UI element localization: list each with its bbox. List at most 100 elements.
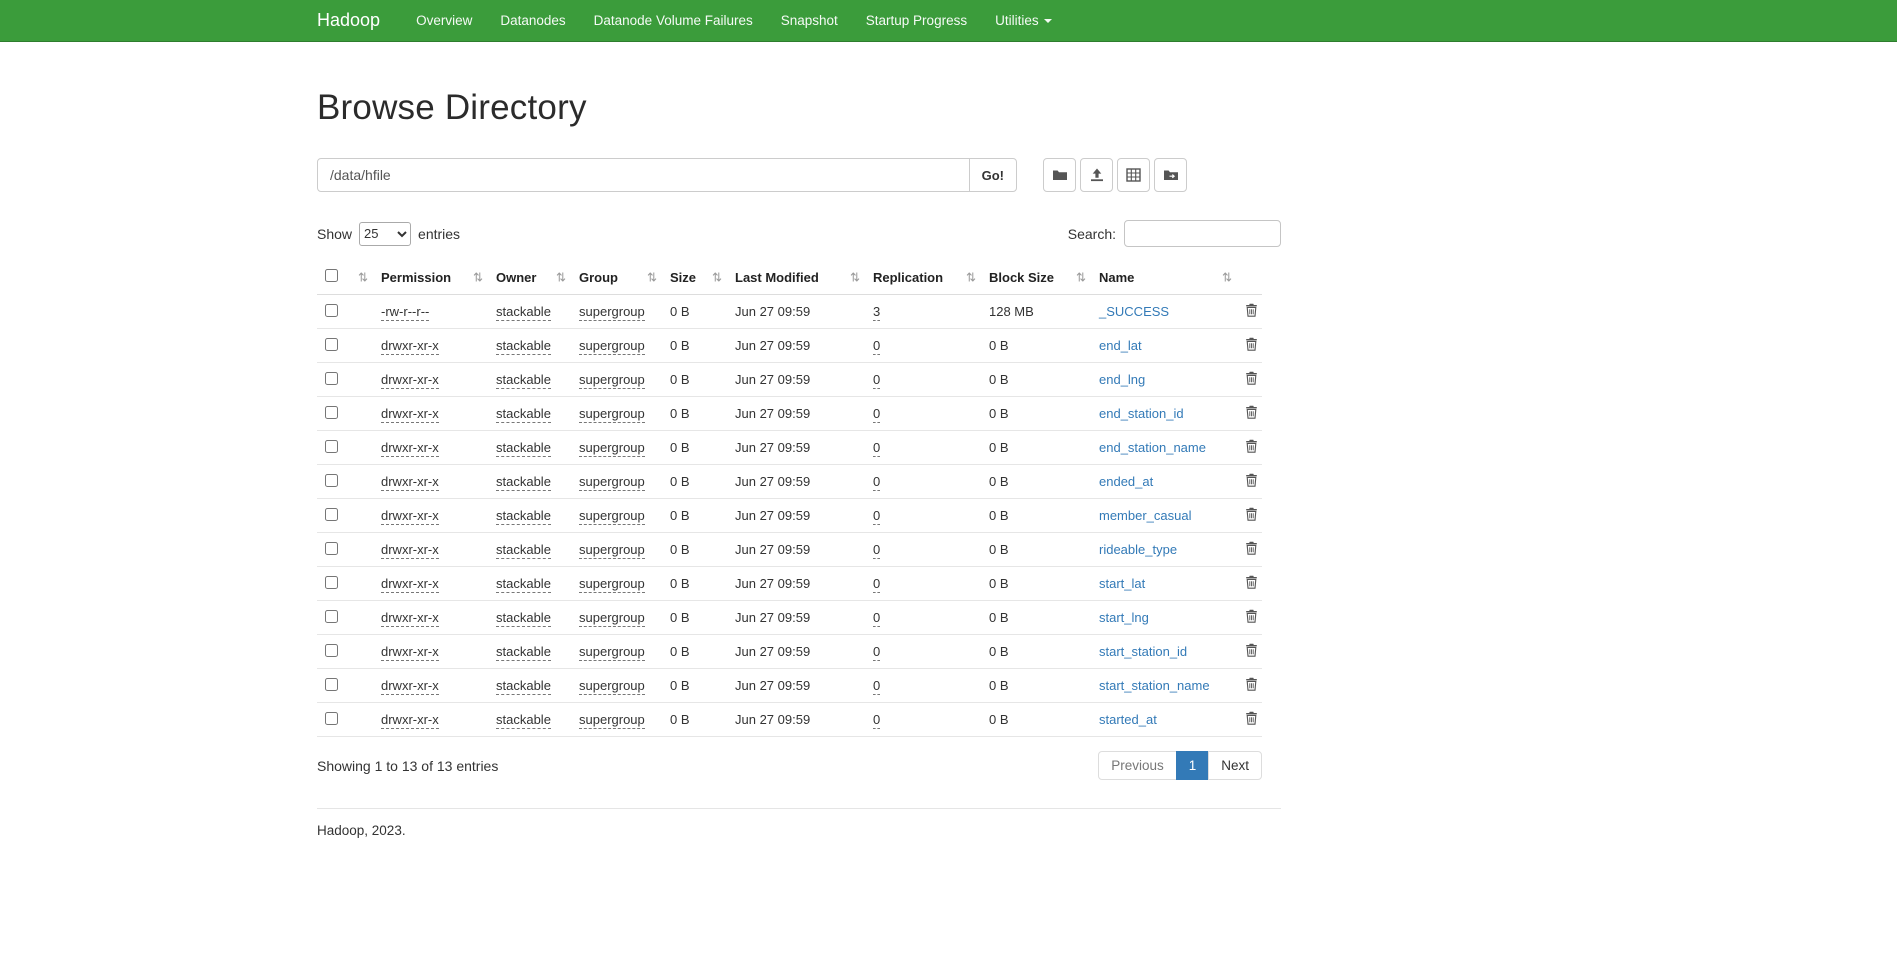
file-link[interactable]: start_station_id xyxy=(1099,644,1187,659)
row-checkbox[interactable] xyxy=(325,406,338,419)
directory-path-input[interactable] xyxy=(317,158,970,192)
row-checkbox[interactable] xyxy=(325,440,338,453)
delete-button[interactable] xyxy=(1245,337,1258,354)
header-permission[interactable]: Permission⇅ xyxy=(373,261,488,295)
permission-value[interactable]: drwxr-xr-x xyxy=(381,542,439,559)
file-link[interactable]: end_lng xyxy=(1099,372,1145,387)
replication-value[interactable]: 0 xyxy=(873,712,880,729)
header-replication[interactable]: Replication⇅ xyxy=(865,261,981,295)
file-link[interactable]: end_lat xyxy=(1099,338,1142,353)
group-value[interactable]: supergroup xyxy=(579,508,645,525)
owner-value[interactable]: stackable xyxy=(496,678,551,695)
row-checkbox[interactable] xyxy=(325,372,338,385)
page-size-select[interactable]: 25 xyxy=(359,222,411,246)
group-value[interactable]: supergroup xyxy=(579,304,645,321)
file-link[interactable]: _SUCCESS xyxy=(1099,304,1169,319)
go-button[interactable]: Go! xyxy=(969,158,1017,192)
owner-value[interactable]: stackable xyxy=(496,406,551,423)
group-value[interactable]: supergroup xyxy=(579,576,645,593)
delete-button[interactable] xyxy=(1245,507,1258,524)
nav-item-datanodes[interactable]: Datanodes xyxy=(486,0,579,41)
file-link[interactable]: start_station_name xyxy=(1099,678,1210,693)
replication-value[interactable]: 0 xyxy=(873,644,880,661)
brand[interactable]: Hadoop xyxy=(317,0,402,41)
row-checkbox[interactable] xyxy=(325,712,338,725)
pagination-next[interactable]: Next xyxy=(1208,751,1262,780)
delete-button[interactable] xyxy=(1245,303,1258,320)
pagination-previous[interactable]: Previous xyxy=(1098,751,1177,780)
file-link[interactable]: start_lng xyxy=(1099,610,1149,625)
header-last-modified[interactable]: Last Modified⇅ xyxy=(727,261,865,295)
header-owner[interactable]: Owner⇅ xyxy=(488,261,571,295)
owner-value[interactable]: stackable xyxy=(496,338,551,355)
nav-item-overview[interactable]: Overview xyxy=(402,0,486,41)
nav-item-startup-progress[interactable]: Startup Progress xyxy=(852,0,981,41)
row-checkbox[interactable] xyxy=(325,508,338,521)
header-size[interactable]: Size⇅ xyxy=(662,261,727,295)
replication-value[interactable]: 0 xyxy=(873,406,880,423)
permission-value[interactable]: drwxr-xr-x xyxy=(381,644,439,661)
header-name[interactable]: Name⇅ xyxy=(1091,261,1237,295)
replication-value[interactable]: 0 xyxy=(873,372,880,389)
grid-view-button[interactable] xyxy=(1117,158,1150,192)
select-all-checkbox[interactable] xyxy=(325,269,338,282)
permission-value[interactable]: drwxr-xr-x xyxy=(381,372,439,389)
row-checkbox[interactable] xyxy=(325,610,338,623)
replication-value[interactable]: 0 xyxy=(873,474,880,491)
row-checkbox[interactable] xyxy=(325,576,338,589)
permission-value[interactable]: drwxr-xr-x xyxy=(381,576,439,593)
row-checkbox[interactable] xyxy=(325,644,338,657)
permission-value[interactable]: drwxr-xr-x xyxy=(381,508,439,525)
delete-button[interactable] xyxy=(1245,405,1258,422)
permission-value[interactable]: drwxr-xr-x xyxy=(381,610,439,627)
delete-button[interactable] xyxy=(1245,541,1258,558)
file-link[interactable]: started_at xyxy=(1099,712,1157,727)
replication-value[interactable]: 3 xyxy=(873,304,880,321)
search-input[interactable] xyxy=(1124,220,1281,247)
delete-button[interactable] xyxy=(1245,575,1258,592)
group-value[interactable]: supergroup xyxy=(579,406,645,423)
row-checkbox[interactable] xyxy=(325,678,338,691)
owner-value[interactable]: stackable xyxy=(496,576,551,593)
header-group[interactable]: Group⇅ xyxy=(571,261,662,295)
group-value[interactable]: supergroup xyxy=(579,678,645,695)
row-checkbox[interactable] xyxy=(325,474,338,487)
owner-value[interactable]: stackable xyxy=(496,474,551,491)
permission-value[interactable]: drwxr-xr-x xyxy=(381,406,439,423)
owner-value[interactable]: stackable xyxy=(496,644,551,661)
permission-value[interactable]: drwxr-xr-x xyxy=(381,474,439,491)
group-value[interactable]: supergroup xyxy=(579,610,645,627)
replication-value[interactable]: 0 xyxy=(873,610,880,627)
owner-value[interactable]: stackable xyxy=(496,508,551,525)
group-value[interactable]: supergroup xyxy=(579,440,645,457)
row-checkbox[interactable] xyxy=(325,304,338,317)
nav-item-datanode-volume-failures[interactable]: Datanode Volume Failures xyxy=(580,0,767,41)
permission-value[interactable]: drwxr-xr-x xyxy=(381,712,439,729)
delete-button[interactable] xyxy=(1245,609,1258,626)
upload-file-button[interactable] xyxy=(1080,158,1113,192)
replication-value[interactable]: 0 xyxy=(873,508,880,525)
row-checkbox[interactable] xyxy=(325,338,338,351)
file-link[interactable]: end_station_name xyxy=(1099,440,1206,455)
group-value[interactable]: supergroup xyxy=(579,644,645,661)
file-link[interactable]: rideable_type xyxy=(1099,542,1177,557)
create-directory-button[interactable] xyxy=(1043,158,1076,192)
delete-button[interactable] xyxy=(1245,473,1258,490)
file-link[interactable]: start_lat xyxy=(1099,576,1145,591)
group-value[interactable]: supergroup xyxy=(579,338,645,355)
replication-value[interactable]: 0 xyxy=(873,678,880,695)
permission-value[interactable]: -rw-r--r-- xyxy=(381,304,429,321)
delete-button[interactable] xyxy=(1245,439,1258,456)
group-value[interactable]: supergroup xyxy=(579,474,645,491)
row-checkbox[interactable] xyxy=(325,542,338,555)
delete-button[interactable] xyxy=(1245,371,1258,388)
owner-value[interactable]: stackable xyxy=(496,304,551,321)
nav-item-utilities[interactable]: Utilities xyxy=(981,0,1066,41)
sort-icon[interactable]: ⇅ xyxy=(358,270,368,284)
group-value[interactable]: supergroup xyxy=(579,372,645,389)
move-directory-button[interactable] xyxy=(1154,158,1187,192)
replication-value[interactable]: 0 xyxy=(873,338,880,355)
file-link[interactable]: member_casual xyxy=(1099,508,1192,523)
header-block-size[interactable]: Block Size⇅ xyxy=(981,261,1091,295)
owner-value[interactable]: stackable xyxy=(496,712,551,729)
